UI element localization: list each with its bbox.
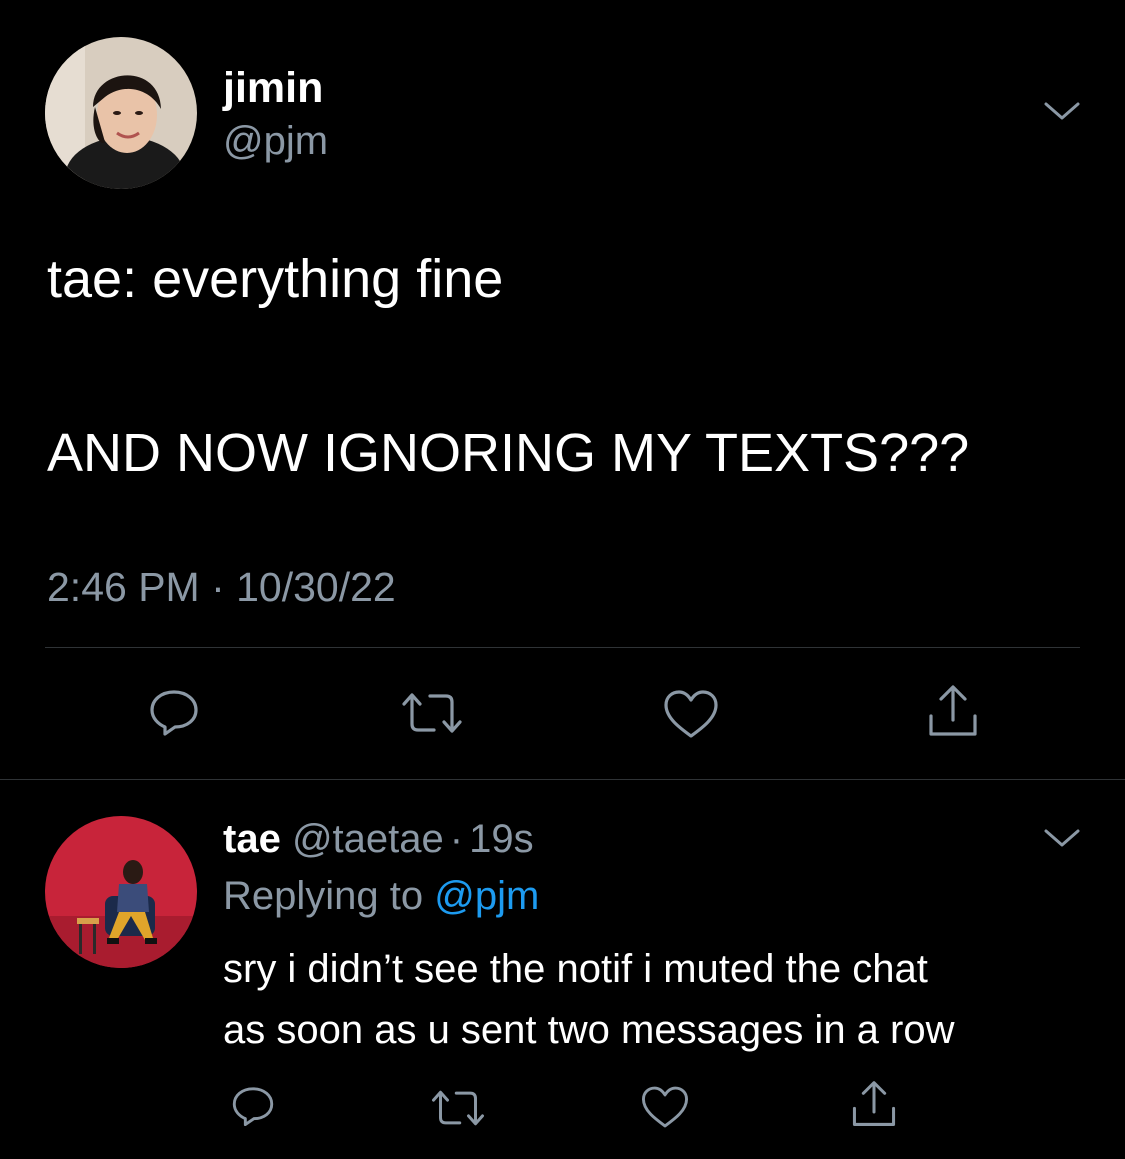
- display-name[interactable]: jimin: [223, 64, 323, 112]
- reply-header: tae @taetae · 19s: [223, 815, 534, 863]
- reply-retweet-icon[interactable]: [430, 1086, 486, 1130]
- reply-text-line1: sry i didn’t see the notif i muted the c…: [223, 947, 928, 991]
- avatar-jimin[interactable]: [45, 37, 197, 189]
- tweet-timestamp[interactable]: 2:46 PM · 10/30/22: [47, 564, 396, 610]
- avatar-tae[interactable]: [45, 816, 197, 968]
- reply-reply-icon[interactable]: [230, 1082, 276, 1128]
- tweet-text-line1: tae: everything fine: [47, 249, 504, 309]
- replying-to-handle-link[interactable]: @pjm: [434, 874, 539, 918]
- retweet-icon[interactable]: [400, 688, 464, 738]
- section-divider: [0, 779, 1125, 780]
- share-icon[interactable]: [926, 682, 980, 740]
- handle[interactable]: @pjm: [223, 118, 328, 164]
- reply-like-icon[interactable]: [640, 1084, 690, 1130]
- reply-handle[interactable]: @taetae: [292, 817, 444, 861]
- divider: [45, 647, 1080, 648]
- reply-share-icon[interactable]: [850, 1078, 898, 1130]
- replying-to-label: Replying to: [223, 874, 424, 918]
- reply-age[interactable]: 19s: [469, 817, 534, 861]
- reply-separator: ·: [449, 817, 464, 861]
- reply-text-line2: as soon as u sent two messages in a row: [223, 1008, 955, 1052]
- chevron-down-icon[interactable]: [1040, 96, 1084, 126]
- replying-to: Replying to @pjm: [223, 872, 539, 920]
- tweet-text-line2: AND NOW IGNORING MY TEXTS???: [47, 423, 970, 483]
- reply-display-name[interactable]: tae: [223, 817, 281, 861]
- like-icon[interactable]: [662, 688, 720, 740]
- reply-icon[interactable]: [147, 684, 201, 738]
- reply-chevron-down-icon[interactable]: [1040, 823, 1084, 853]
